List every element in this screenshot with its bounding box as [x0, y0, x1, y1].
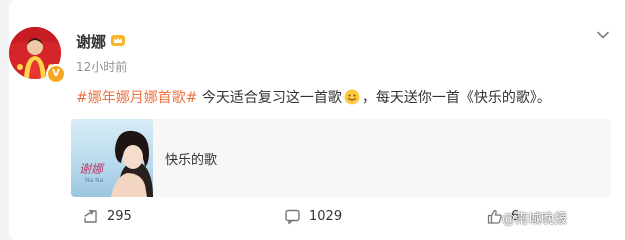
post-time[interactable]: 12小时前	[76, 58, 127, 75]
repost-button[interactable]: 295	[82, 208, 132, 225]
repost-icon	[84, 209, 97, 223]
hashtag-link[interactable]: #娜年娜月娜首歌#	[76, 90, 197, 106]
comment-button[interactable]: 1029	[284, 208, 342, 225]
comment-count: 1029	[309, 209, 343, 224]
post-text-part2: ，每天送你一首《快乐的歌》。	[361, 90, 551, 106]
album-cover: 谢娜 Na Na	[71, 119, 153, 197]
repost-count: 295	[107, 209, 132, 224]
verified-badge-icon: V	[46, 64, 66, 84]
album-cover-title: 谢娜	[79, 162, 105, 176]
chevron-down-icon[interactable]	[596, 28, 610, 42]
album-cover-image: 谢娜 Na Na	[79, 130, 153, 197]
post-text-part1: 今天适合复习这一首歌	[197, 90, 342, 106]
post-text: #娜年娜月娜首歌# 今天适合复习这一首歌 ，每天送你一首《快乐的歌》。	[76, 87, 551, 107]
source-watermark: @南城晚报	[502, 212, 568, 227]
song-title[interactable]: 快乐的歌	[165, 149, 217, 168]
comment-icon	[285, 209, 300, 225]
author-name[interactable]: 谢娜	[76, 31, 106, 52]
smile-emoji-icon	[344, 89, 360, 105]
thumbs-up-icon	[487, 209, 502, 224]
music-card[interactable]: 谢娜 Na Na 快乐的歌	[71, 119, 611, 197]
vip-crown-icon[interactable]	[110, 32, 126, 48]
album-cover-subtitle: Na Na	[85, 177, 104, 184]
